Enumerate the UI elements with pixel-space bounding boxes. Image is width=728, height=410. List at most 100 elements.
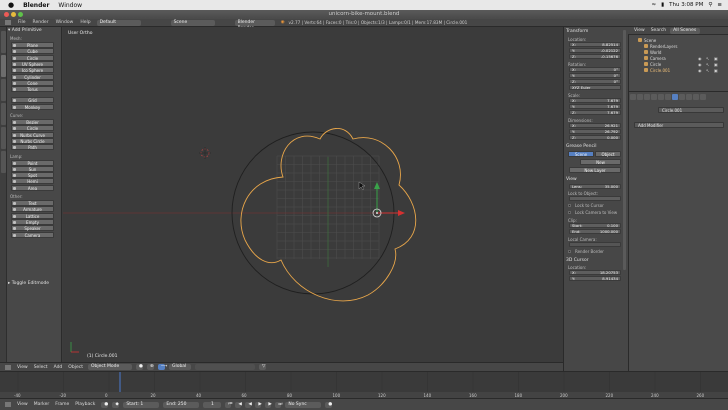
- outliner-item[interactable]: RenderLayers: [650, 44, 677, 49]
- outliner-menu-search[interactable]: Search: [651, 28, 666, 33]
- eye-toggle-icon[interactable]: ◉: [698, 68, 702, 73]
- transform-panel-header[interactable]: Transform: [566, 29, 588, 34]
- timeline-menu-marker[interactable]: Marker: [34, 402, 50, 407]
- add-uv-sphere-button[interactable]: UV Sphere: [11, 60, 54, 67]
- add-plane-button[interactable]: Plane: [11, 42, 54, 48]
- render-tab-icon[interactable]: [630, 94, 636, 100]
- add-spot-button[interactable]: Spot: [11, 172, 54, 179]
- location-field[interactable]: X: 8.82514: [569, 42, 621, 47]
- select-toggle-icon[interactable]: ↖: [706, 56, 709, 61]
- timeline-canvas[interactable]: [0, 372, 728, 393]
- eye-toggle-icon[interactable]: ◉: [698, 62, 702, 67]
- outliner-item[interactable]: Scene: [644, 38, 656, 43]
- add-text-button[interactable]: Text: [11, 200, 54, 206]
- outliner-item[interactable]: Circle: [650, 62, 661, 67]
- next-key-icon[interactable]: ▶: [265, 401, 272, 408]
- add-lattice-button[interactable]: Lattice: [11, 212, 54, 219]
- lock-cursor-checkbox[interactable]: [568, 204, 571, 207]
- tab-physics[interactable]: [1, 127, 6, 149]
- scene-selector[interactable]: Scene: [170, 19, 215, 26]
- select-toggle-icon[interactable]: ↖: [706, 68, 709, 73]
- close-window-button[interactable]: [4, 12, 9, 17]
- outliner-display-selector[interactable]: All Scenes: [670, 27, 701, 34]
- grease-new-button[interactable]: New: [580, 159, 621, 165]
- lock-camera-checkbox[interactable]: [568, 211, 571, 214]
- add-sun-button[interactable]: Sun: [11, 165, 54, 172]
- n-panel-scrollbar[interactable]: [623, 30, 626, 270]
- rotation-field[interactable]: Y: 0°: [569, 73, 621, 78]
- 3d-viewport[interactable]: [63, 27, 563, 362]
- rotation-field[interactable]: Z: 0°: [569, 79, 621, 84]
- render-engine-selector[interactable]: Blender Render: [234, 19, 275, 31]
- add-path-button[interactable]: Path: [11, 144, 54, 151]
- grease-pencil-header[interactable]: Grease Pencil: [566, 144, 596, 149]
- menu-window[interactable]: Window: [56, 20, 74, 25]
- menu-select[interactable]: Select: [34, 365, 48, 370]
- view-editor-type-icon[interactable]: [5, 364, 11, 370]
- add-speaker-button[interactable]: Speaker: [11, 225, 54, 232]
- 3d-cursor-header[interactable]: 3D Cursor: [566, 258, 589, 263]
- scale-field[interactable]: Y: 7.679: [569, 104, 621, 109]
- add-cone-button[interactable]: Cone: [11, 79, 54, 86]
- tab-create[interactable]: [1, 55, 6, 77]
- cursor-field[interactable]: Y: 8.91434: [569, 276, 621, 281]
- scale-field[interactable]: X: 7.679: [569, 98, 621, 103]
- add-torus-button[interactable]: Torus: [11, 86, 54, 93]
- add-cylinder-button[interactable]: Cylinder: [11, 73, 54, 80]
- layers-tab-icon[interactable]: [637, 94, 643, 100]
- object-name-field[interactable]: Circle.001: [658, 107, 724, 113]
- battery-icon[interactable]: ▮: [661, 2, 664, 8]
- view-panel-header[interactable]: View: [566, 177, 577, 182]
- scale-field[interactable]: Z: 7.679: [569, 110, 621, 115]
- add-bezier-button[interactable]: Bezier: [11, 119, 54, 125]
- add-armature-button[interactable]: Armature: [11, 206, 54, 213]
- add-nurbs-curve-button[interactable]: Nurbs Curve: [11, 131, 54, 138]
- minimize-window-button[interactable]: [11, 12, 16, 17]
- material-tab-icon[interactable]: [686, 94, 692, 100]
- record-icon[interactable]: ●: [101, 401, 109, 408]
- clip-field[interactable]: End: 1000.000: [569, 229, 621, 234]
- gizmo-x-arrowhead[interactable]: [398, 210, 405, 216]
- render-border-checkbox[interactable]: [568, 250, 571, 253]
- auto-key-icon[interactable]: ●: [325, 401, 333, 408]
- jump-start-icon[interactable]: ⏮: [225, 401, 232, 408]
- clip-field[interactable]: Start: 0.100: [569, 223, 621, 228]
- menu-help[interactable]: Help: [80, 20, 90, 25]
- layout-selector[interactable]: Default: [96, 19, 141, 26]
- rotation-mode-selector[interactable]: XYZ Euler: [569, 85, 621, 90]
- mac-window-menu[interactable]: Window: [58, 2, 82, 9]
- add-grid-button[interactable]: Grid: [11, 97, 54, 104]
- render-toggle-icon[interactable]: ▣: [714, 68, 718, 73]
- editor-type-icon[interactable]: [5, 20, 11, 25]
- viewport-canvas[interactable]: [63, 27, 563, 362]
- render-toggle-icon[interactable]: ▣: [714, 62, 718, 67]
- timeline-editor-type-icon[interactable]: [5, 402, 11, 407]
- rotation-field[interactable]: X: 0°: [569, 67, 621, 72]
- menu-view[interactable]: View: [17, 365, 28, 370]
- add-area-button[interactable]: Area: [11, 184, 54, 191]
- outliner[interactable]: [628, 27, 728, 91]
- location-field[interactable]: Z: -0.15676: [569, 54, 621, 59]
- select-toggle-icon[interactable]: ↖: [706, 62, 709, 67]
- world-tab-icon[interactable]: [651, 94, 657, 100]
- outliner-item[interactable]: Circle.001: [650, 68, 670, 73]
- menu-file[interactable]: File: [18, 20, 26, 25]
- manipulator-toggle[interactable]: ⟶: [157, 364, 167, 370]
- wifi-icon[interactable]: ≈: [651, 2, 656, 8]
- add-monkey-button[interactable]: Monkey: [11, 103, 54, 110]
- layer-buttons[interactable]: [194, 364, 255, 370]
- modifiers-tab-icon[interactable]: [672, 94, 678, 100]
- 3d-cursor-icon[interactable]: [199, 147, 211, 159]
- eye-toggle-icon[interactable]: ◉: [698, 56, 702, 61]
- play-icon[interactable]: ▶: [255, 401, 262, 408]
- timeline-menu-view[interactable]: View: [17, 402, 28, 407]
- mode-selector[interactable]: Object Mode: [87, 364, 132, 370]
- mac-app-menu[interactable]: Blender: [23, 2, 49, 9]
- add-primitive-panel-header[interactable]: ▾ Add Primitive: [8, 28, 61, 34]
- start-frame-field[interactable]: Start: 1: [123, 401, 160, 408]
- outliner-menu-view[interactable]: View: [634, 28, 645, 33]
- outliner-item[interactable]: World: [650, 50, 661, 55]
- outliner-item[interactable]: Camera: [650, 56, 666, 61]
- zoom-window-button[interactable]: [18, 12, 23, 17]
- dimensions-field[interactable]: X: 26.921: [569, 123, 621, 128]
